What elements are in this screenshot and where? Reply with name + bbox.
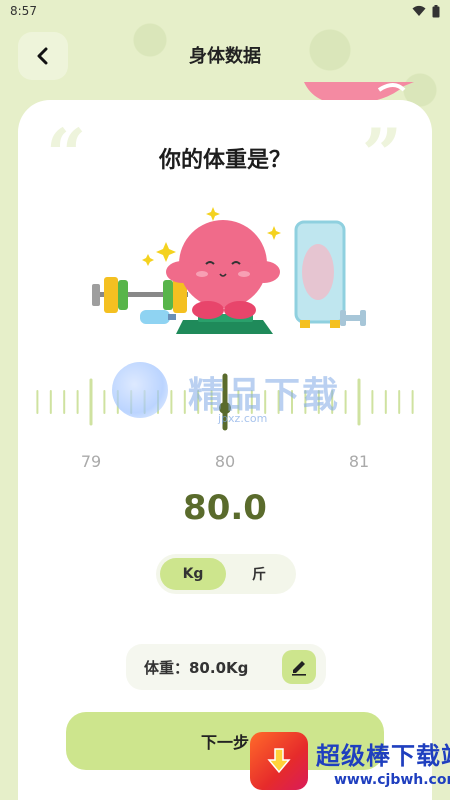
mascot-weighing-illustration	[92, 207, 366, 334]
site-url: www.cjbwh.com	[334, 772, 450, 788]
site-logo	[250, 732, 308, 790]
ruler-label-right: 81	[348, 452, 370, 471]
watermark-logo	[112, 362, 168, 418]
ruler-label-left: 79	[80, 452, 102, 471]
weight-summary: 体重：80.0Kg	[126, 644, 326, 690]
edit-weight-button[interactable]	[282, 650, 316, 684]
watermark-url: jpxz.com	[218, 412, 268, 425]
weight-value-display: 80.0	[183, 488, 267, 528]
weight-summary-text: 体重：80.0Kg	[144, 658, 249, 677]
top-bar: 身体数据	[0, 30, 450, 80]
status-time: 8:57	[10, 4, 37, 18]
page-title: 身体数据	[189, 46, 261, 67]
ruler-labels: 79 80 81	[18, 452, 432, 476]
site-name: 超级棒下载站	[316, 742, 450, 770]
pencil-icon	[292, 661, 306, 676]
wifi-icon	[412, 5, 426, 16]
battery-icon	[432, 4, 440, 17]
status-icons	[412, 4, 440, 18]
download-arrow-icon	[267, 748, 291, 774]
site-badge: 超级棒下载站 www.cjbwh.com	[250, 726, 450, 796]
watermark-text: 精品下载	[188, 375, 341, 416]
unit-option-jin[interactable]: 斤	[226, 558, 292, 590]
unit-toggle: Kg 斤	[156, 554, 296, 594]
ruler-label-center: 80	[214, 452, 236, 471]
question-heading: 你的体重是？	[158, 148, 291, 173]
main-card: “ ” 你的体重是？ 79 80 81 80.0 Kg 斤 体重：80.0Kg …	[18, 100, 432, 800]
unit-option-kg[interactable]: Kg	[160, 558, 226, 590]
status-bar: 8:57	[0, 0, 450, 22]
